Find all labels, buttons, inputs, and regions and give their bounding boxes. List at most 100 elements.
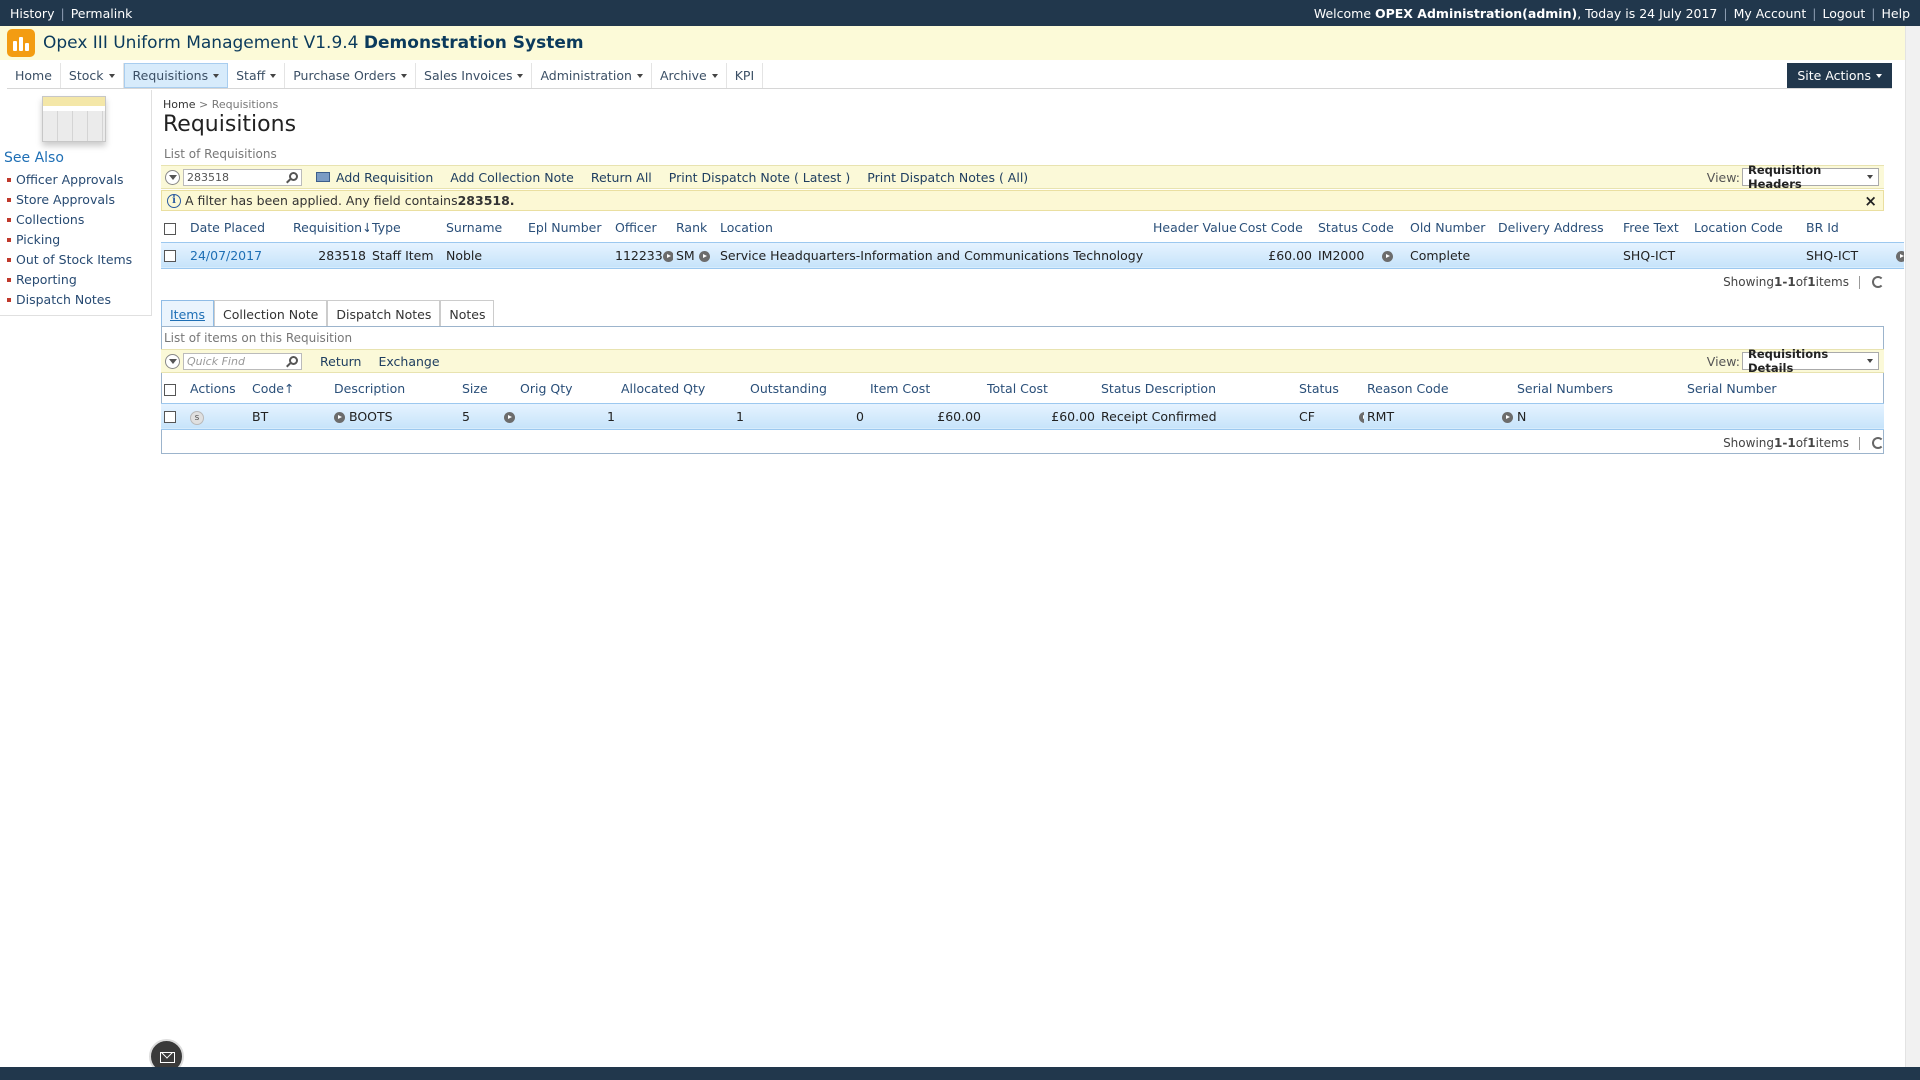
select-all-checkbox[interactable]: [161, 375, 187, 403]
col-outstanding[interactable]: Outstanding: [747, 375, 867, 403]
permalink-link[interactable]: Permalink: [71, 6, 133, 21]
return-all-button[interactable]: Return All: [591, 170, 652, 185]
col-delivery-address[interactable]: Delivery Address: [1495, 214, 1620, 242]
col-cost-code[interactable]: Cost Code: [1236, 214, 1315, 242]
logout-link[interactable]: Logout: [1822, 6, 1865, 21]
list-menu-icon[interactable]: [165, 353, 180, 369]
col-header-value[interactable]: Header Value: [1150, 214, 1236, 242]
tab-collection-note[interactable]: Collection Note: [213, 300, 328, 327]
col-status-code[interactable]: Status Code: [1315, 214, 1407, 242]
site-actions-button[interactable]: Site Actions: [1787, 63, 1892, 88]
row-checkbox-cell[interactable]: [161, 241, 187, 269]
col-reason-code[interactable]: Reason Code: [1364, 375, 1514, 403]
view-select-headers[interactable]: Requisition Headers: [1742, 163, 1879, 191]
col-date-placed[interactable]: Date Placed: [187, 214, 290, 242]
search-icon[interactable]: [289, 171, 298, 181]
nav-staff[interactable]: Staff: [228, 63, 286, 88]
sidebar-item-dispatch-notes[interactable]: Dispatch Notes: [7, 290, 132, 310]
col-br-id[interactable]: BR Id: [1803, 214, 1904, 242]
nav-purchase-orders[interactable]: Purchase Orders: [285, 63, 417, 88]
nav-requisitions[interactable]: Requisitions: [123, 63, 229, 88]
table-row[interactable]: 24/07/2017 283518 Staff Item Noble 11223…: [161, 241, 1904, 269]
nav-archive[interactable]: Archive: [652, 63, 727, 88]
select-action-button[interactable]: s: [190, 410, 204, 425]
col-size[interactable]: Size: [459, 375, 517, 403]
checkbox[interactable]: [164, 411, 176, 423]
col-orig-qty[interactable]: Orig Qty: [517, 375, 618, 403]
arrow-right-icon[interactable]: [662, 250, 673, 262]
arrow-right-icon[interactable]: [503, 411, 515, 423]
col-description[interactable]: Description: [331, 375, 459, 403]
print-dispatch-note-latest-button[interactable]: Print Dispatch Note ( Latest ): [669, 170, 851, 185]
col-location[interactable]: Location: [717, 214, 1150, 242]
arrow-right-icon[interactable]: [334, 411, 345, 423]
print-dispatch-notes-all-button[interactable]: Print Dispatch Notes ( All): [867, 170, 1028, 185]
checkbox[interactable]: [164, 250, 176, 262]
col-total-cost[interactable]: Total Cost: [984, 375, 1098, 403]
col-type[interactable]: Type: [369, 214, 443, 242]
tab-notes[interactable]: Notes: [440, 300, 495, 327]
nav-home[interactable]: Home: [7, 63, 61, 88]
sidebar-item-collections[interactable]: Collections: [7, 210, 132, 230]
requisition-search-input[interactable]: 283518: [183, 168, 302, 186]
col-surname[interactable]: Surname: [443, 214, 525, 242]
filter-text: A filter has been applied. Any field con…: [185, 193, 458, 208]
col-epl-number[interactable]: Epl Number: [525, 214, 612, 242]
search-icon[interactable]: [289, 355, 298, 365]
checkbox[interactable]: [164, 222, 176, 235]
col-officer[interactable]: Officer: [612, 214, 673, 242]
col-status[interactable]: Status: [1296, 375, 1364, 403]
row-checkbox-cell[interactable]: [161, 402, 187, 430]
arrow-right-icon[interactable]: [1382, 250, 1394, 262]
showing-range: 1-1: [1774, 436, 1796, 450]
nav-administration[interactable]: Administration: [532, 63, 652, 88]
col-serial-numbers[interactable]: Serial Numbers: [1514, 375, 1684, 403]
tab-dispatch-notes[interactable]: Dispatch Notes: [327, 300, 441, 327]
arrow-right-icon[interactable]: [698, 250, 710, 262]
sidebar-item-out-of-stock-items[interactable]: Out of Stock Items: [7, 250, 132, 270]
col-status-description[interactable]: Status Description: [1098, 375, 1296, 403]
add-requisition-button[interactable]: Add Requisition: [336, 170, 433, 185]
my-account-link[interactable]: My Account: [1734, 6, 1807, 21]
select-all-checkbox[interactable]: [161, 214, 187, 242]
col-location-code[interactable]: Location Code: [1691, 214, 1803, 242]
arrow-right-icon[interactable]: [1896, 250, 1904, 262]
vertical-scrollbar[interactable]: [1905, 26, 1920, 1067]
col-rank[interactable]: Rank: [673, 214, 717, 242]
sidebar-item-reporting[interactable]: Reporting: [7, 270, 132, 290]
app-logo-icon[interactable]: [7, 29, 35, 57]
checkbox[interactable]: [164, 383, 176, 396]
arrow-right-icon[interactable]: [1358, 411, 1364, 423]
nav-sales-invoices[interactable]: Sales Invoices: [416, 63, 533, 88]
history-link[interactable]: History: [10, 6, 54, 21]
close-icon[interactable]: ×: [1864, 192, 1877, 210]
return-button[interactable]: Return: [320, 354, 361, 369]
help-link[interactable]: Help: [1882, 6, 1911, 21]
col-allocated-qty[interactable]: Allocated Qty: [618, 375, 747, 403]
sidebar-item-store-approvals[interactable]: Store Approvals: [7, 190, 132, 210]
col-serial-number[interactable]: Serial Number: [1684, 375, 1884, 403]
sidebar-item-officer-approvals[interactable]: Officer Approvals: [7, 170, 132, 190]
separator: |: [1723, 5, 1728, 21]
refresh-icon[interactable]: [1872, 276, 1884, 288]
refresh-icon[interactable]: [1872, 437, 1884, 449]
nav-kpi[interactable]: KPI: [727, 63, 764, 88]
exchange-button[interactable]: Exchange: [378, 354, 439, 369]
breadcrumb-home[interactable]: Home: [163, 98, 195, 111]
view-select-details[interactable]: Requisitions Details: [1742, 347, 1879, 375]
add-collection-note-button[interactable]: Add Collection Note: [450, 170, 574, 185]
cell-date-placed[interactable]: 24/07/2017: [187, 241, 290, 269]
table-row[interactable]: s BT BOOTS 5 1 1 0 £60.00 £60.00 Receipt…: [161, 402, 1884, 430]
col-old-number[interactable]: Old Number: [1407, 214, 1495, 242]
tab-items[interactable]: Items: [161, 300, 214, 327]
list-menu-icon[interactable]: [165, 169, 180, 185]
arrow-right-icon[interactable]: [1502, 411, 1514, 423]
add-requisition-icon[interactable]: [316, 172, 330, 182]
sidebar-item-picking[interactable]: Picking: [7, 230, 132, 250]
quick-find-input[interactable]: Quick Find: [183, 352, 302, 370]
col-free-text[interactable]: Free Text: [1620, 214, 1691, 242]
col-item-cost[interactable]: Item Cost: [867, 375, 984, 403]
col-code[interactable]: Code↑: [249, 375, 331, 403]
col-requisition[interactable]: Requisition↓: [290, 214, 369, 242]
nav-stock[interactable]: Stock: [61, 63, 124, 88]
